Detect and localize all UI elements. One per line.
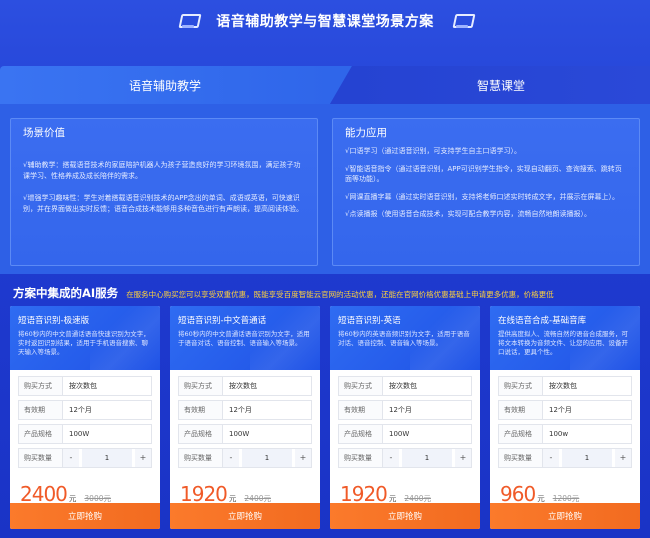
validity-select[interactable]: 12个月: [382, 400, 472, 420]
validity-label: 有效期: [498, 400, 542, 420]
validity-select[interactable]: 12个月: [62, 400, 152, 420]
page-title: 语音辅助教学与智慧课堂场景方案: [216, 14, 434, 30]
card-title: 短语音识别-极速版: [18, 316, 90, 326]
services-heading: 方案中集成的AI服务: [13, 286, 119, 300]
scenario-value-panel: 场景价值 √辅助教学：搭载语音技术的家庭陪护机器人为孩子营造良好的学习环境氛围，…: [10, 118, 318, 266]
quantity-stepper: - 1 +: [542, 448, 632, 468]
scenario-tabs: 语音辅助教学 智慧课堂: [0, 66, 650, 104]
service-card: 短语音识别-中文普通话 将60秒内的中文普通话语音识别为文字，适用于语音对话、语…: [170, 306, 320, 529]
card-title: 短语音识别-中文普通话: [178, 316, 267, 326]
service-card: 短语音识别-英语 将60秒内的英语音频识别为文字，适用于语音对话、语音控制、语音…: [330, 306, 480, 529]
spec-label: 产品规格: [18, 424, 62, 444]
spec-label: 产品规格: [178, 424, 222, 444]
card-header: 短语音识别-英语 将60秒内的英语音频识别为文字，适用于语音对话、语音控制、语音…: [330, 306, 480, 370]
services-subtitle: 在服务中心购买您可以享受双重优惠，既能享受百度智能云官网的活动优惠，还能在官网价…: [126, 290, 554, 299]
spec-select[interactable]: 100w: [542, 424, 632, 444]
service-card: 在线语音合成-基础音库 提供高度拟人、流畅自然的语音合成服务，可将文本转换为音频…: [490, 306, 640, 529]
decrement-button[interactable]: -: [63, 449, 79, 467]
laptop-icon: [452, 13, 472, 29]
card-title: 在线语音合成-基础音库: [498, 316, 587, 326]
buy-now-button[interactable]: 立即抢购: [490, 503, 640, 529]
list-item: √智能语音指令（通过语音识别，APP可识别学生指令，实现自动翻页、查询搜索、跳转…: [345, 164, 622, 184]
buy-now-button[interactable]: 立即抢购: [10, 503, 160, 529]
list-item: √点读播报（使用语音合成技术，实现可配合教学内容，流畅自然地朗读播报）。: [345, 210, 591, 218]
validity-label: 有效期: [338, 400, 382, 420]
quantity-input[interactable]: 1: [562, 449, 612, 467]
panel-paragraph: √增强学习趣味性：学生对着搭载语音识别技术的APP念出的单词、成语或英语，可快速…: [23, 194, 303, 213]
increment-button[interactable]: +: [455, 449, 471, 467]
validity-select[interactable]: 12个月: [542, 400, 632, 420]
tab-voice-teaching[interactable]: 语音辅助教学: [0, 66, 352, 104]
spec-select[interactable]: 100W: [382, 424, 472, 444]
quantity-input[interactable]: 1: [402, 449, 452, 467]
decrement-button[interactable]: -: [543, 449, 559, 467]
header: 语音辅助教学与智慧课堂场景方案: [0, 0, 650, 42]
validity-select[interactable]: 12个月: [222, 400, 312, 420]
card-description: 提供高度拟人、流畅自然的语音合成服务，可将文本转换为音频文件、让您的应用、设备开…: [498, 330, 628, 356]
spec-label: 产品规格: [338, 424, 382, 444]
purchase-select[interactable]: 按次数包: [62, 376, 152, 396]
quantity-stepper: - 1 +: [382, 448, 472, 468]
card-header: 在线语音合成-基础音库 提供高度拟人、流畅自然的语音合成服务，可将文本转换为音频…: [490, 306, 640, 370]
panel-title: 场景价值: [23, 127, 65, 139]
service-card: 短语音识别-极速版 将60秒内的中文普通话语音快速识别为文字，实时返回识别结果，…: [10, 306, 160, 529]
quantity-stepper: - 1 +: [222, 448, 312, 468]
validity-label: 有效期: [178, 400, 222, 420]
quantity-label: 购买数量: [338, 448, 382, 468]
buy-now-button[interactable]: 立即抢购: [330, 503, 480, 529]
increment-button[interactable]: +: [295, 449, 311, 467]
card-description: 将60秒内的中文普通话语音快速识别为文字，实时返回识别结果，适用于手机语音搜索、…: [18, 330, 150, 356]
services-header: 方案中集成的AI服务 在服务中心购买您可以享受双重优惠，既能享受百度智能云官网的…: [13, 285, 554, 301]
capability-panel: 能力应用 √口语学习（通过语音识别，可支持学生自主口语学习）。 √智能语音指令（…: [332, 118, 640, 266]
quantity-stepper: - 1 +: [62, 448, 152, 468]
list-item: √口语学习（通过语音识别，可支持学生自主口语学习）。: [345, 147, 521, 155]
laptop-icon: [178, 13, 198, 29]
tab-content: 场景价值 √辅助教学：搭载语音技术的家庭陪护机器人为孩子营造良好的学习环境氛围，…: [0, 104, 650, 274]
quantity-input[interactable]: 1: [242, 449, 292, 467]
decrement-button[interactable]: -: [223, 449, 239, 467]
panel-title: 能力应用: [345, 127, 387, 139]
card-description: 将60秒内的英语音频识别为文字，适用于语音对话、语音控制、语音输入等场景。: [338, 330, 470, 347]
purchase-select[interactable]: 按次数包: [542, 376, 632, 396]
validity-label: 有效期: [18, 400, 62, 420]
spec-select[interactable]: 100W: [222, 424, 312, 444]
purchase-select[interactable]: 按次数包: [222, 376, 312, 396]
quantity-label: 购买数量: [18, 448, 62, 468]
purchase-label: 购买方式: [338, 376, 382, 396]
spec-label: 产品规格: [498, 424, 542, 444]
increment-button[interactable]: +: [615, 449, 631, 467]
capability-list: √口语学习（通过语音识别，可支持学生自主口语学习）。 √智能语音指令（通过语音识…: [333, 146, 639, 220]
purchase-select[interactable]: 按次数包: [382, 376, 472, 396]
purchase-label: 购买方式: [178, 376, 222, 396]
card-header: 短语音识别-中文普通话 将60秒内的中文普通话语音识别为文字，适用于语音对话、语…: [170, 306, 320, 370]
list-item: √网课直播字幕（通过实时语音识别，支持将老师口述实时转成文字，并展示在屏幕上）。: [345, 192, 619, 201]
quantity-input[interactable]: 1: [82, 449, 132, 467]
purchase-label: 购买方式: [498, 376, 542, 396]
card-header: 短语音识别-极速版 将60秒内的中文普通话语音快速识别为文字，实时返回识别结果，…: [10, 306, 160, 370]
card-title: 短语音识别-英语: [338, 316, 401, 326]
buy-now-button[interactable]: 立即抢购: [170, 503, 320, 529]
spec-select[interactable]: 100W: [62, 424, 152, 444]
decrement-button[interactable]: -: [383, 449, 399, 467]
quantity-label: 购买数量: [178, 448, 222, 468]
quantity-label: 购买数量: [498, 448, 542, 468]
purchase-label: 购买方式: [18, 376, 62, 396]
panel-paragraph: √辅助教学：搭载语音技术的家庭陪护机器人为孩子营造良好的学习环境氛围，满足孩子功…: [23, 161, 301, 180]
increment-button[interactable]: +: [135, 449, 151, 467]
card-description: 将60秒内的中文普通话语音识别为文字，适用于语音对话、语音控制、语音输入等场景。: [178, 330, 310, 347]
tab-smart-classroom[interactable]: 智慧课堂: [330, 66, 650, 104]
